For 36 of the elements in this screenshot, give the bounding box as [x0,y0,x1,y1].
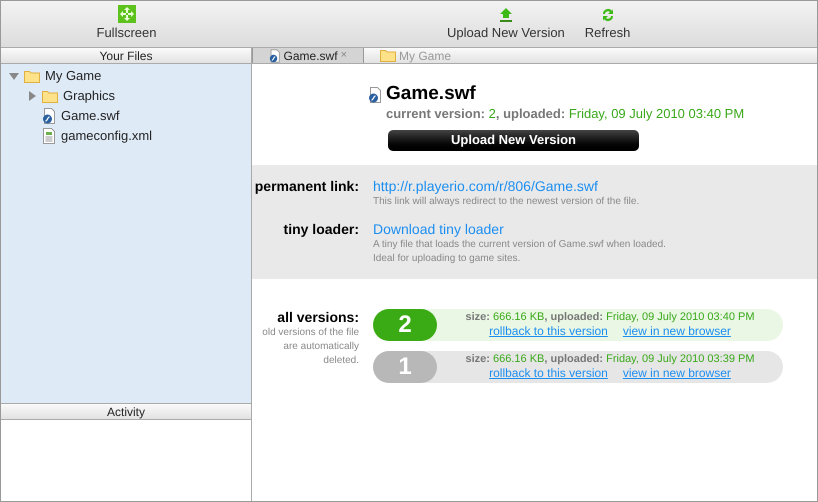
toolbar-button[interactable]: Fullscreen [88,1,164,47]
tab-label: My Game [399,48,452,64]
version-info: current version: 2, uploaded: Friday, 09 July 2010 03:40 PM [386,105,744,123]
versions-note: old versions of the file are automatically deleted. [261,326,359,368]
flash-file-icon [368,87,382,103]
field-label: tiny loader: [282,220,360,239]
folder-icon [42,90,58,102]
upload-icon [498,6,514,22]
flash-file-icon [269,48,281,64]
upload-button[interactable]: Upload New Version [388,130,639,150]
tree-item[interactable]: Graphics [63,86,116,106]
link-note: This link will always redirect to the newest version of the file. [373,194,640,208]
tree-item[interactable]: Game.swf [61,106,120,126]
field-label: permanent link: [254,178,360,196]
version-info: size: 666.16 KB, uploaded: Friday, 09 July 2010 03:40 PM [465,310,755,324]
expand-arrow-icon[interactable] [27,91,37,101]
file-title: Game.swf [386,84,477,104]
tree-item[interactable]: My Game [45,66,102,86]
version-info: size: 666.16 KB, uploaded: Friday, 09 July 2010 03:39 PM [465,352,755,366]
tab[interactable]: Game.swf × [252,48,364,63]
field-label: all versions: [277,308,359,326]
link-note: A tiny file that loads the current version of Game.swf when loaded. [373,238,666,252]
version-number: 2 [373,308,437,340]
tab-label: Game.swf [284,48,338,64]
version-number: 1 [373,350,437,382]
flash-file-icon [42,108,56,124]
folder-icon [24,70,40,82]
panel-header: Activity [1,404,251,420]
link-note: Ideal for uploading to game sites. [373,252,522,266]
expand-icon [118,4,136,22]
tree-item[interactable]: gameconfig.xml [61,126,152,146]
collapse-arrow-icon[interactable] [9,71,19,81]
toolbar-button[interactable]: Refresh [578,1,636,47]
toolbar-button[interactable]: Upload New Version [441,1,571,47]
xml-file-icon [42,128,56,144]
panel-header: Your Files [1,48,251,64]
